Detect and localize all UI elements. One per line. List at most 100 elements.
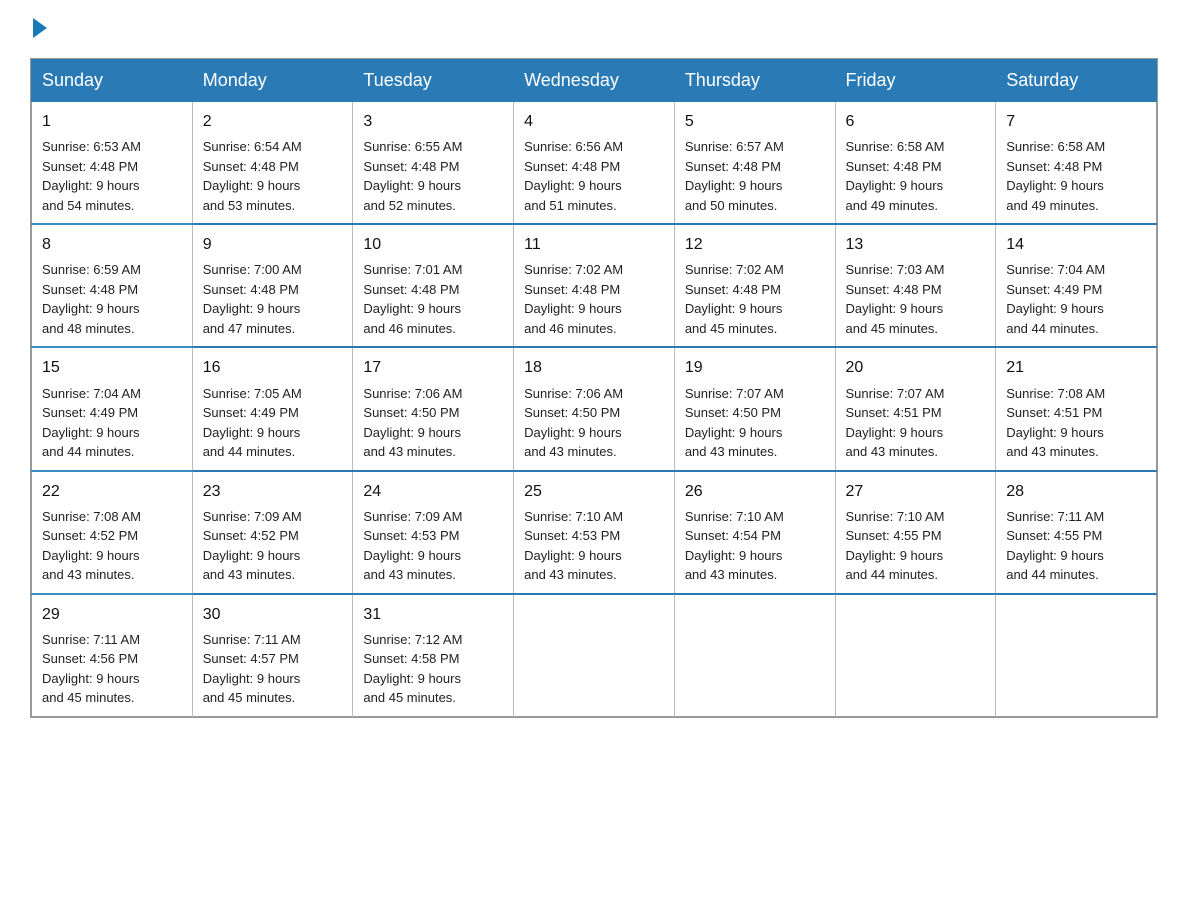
day-number: 23	[203, 480, 343, 503]
day-info: Sunrise: 7:02 AM Sunset: 4:48 PM Dayligh…	[685, 260, 825, 338]
calendar-week-row: 22 Sunrise: 7:08 AM Sunset: 4:52 PM Dayl…	[32, 471, 1157, 594]
calendar-header-row: SundayMondayTuesdayWednesdayThursdayFrid…	[32, 60, 1157, 102]
day-number: 19	[685, 356, 825, 379]
day-number: 17	[363, 356, 503, 379]
day-info: Sunrise: 7:12 AM Sunset: 4:58 PM Dayligh…	[363, 630, 503, 708]
day-number: 3	[363, 110, 503, 133]
calendar-cell: 8 Sunrise: 6:59 AM Sunset: 4:48 PM Dayli…	[32, 224, 193, 347]
day-number: 20	[846, 356, 986, 379]
day-number: 21	[1006, 356, 1146, 379]
day-header-wednesday: Wednesday	[514, 60, 675, 102]
calendar-cell: 10 Sunrise: 7:01 AM Sunset: 4:48 PM Dayl…	[353, 224, 514, 347]
logo	[30, 20, 47, 38]
day-number: 24	[363, 480, 503, 503]
calendar-week-row: 29 Sunrise: 7:11 AM Sunset: 4:56 PM Dayl…	[32, 594, 1157, 717]
day-number: 10	[363, 233, 503, 256]
day-info: Sunrise: 7:10 AM Sunset: 4:54 PM Dayligh…	[685, 507, 825, 585]
day-info: Sunrise: 7:05 AM Sunset: 4:49 PM Dayligh…	[203, 384, 343, 462]
day-number: 31	[363, 603, 503, 626]
day-info: Sunrise: 6:59 AM Sunset: 4:48 PM Dayligh…	[42, 260, 182, 338]
calendar-cell: 26 Sunrise: 7:10 AM Sunset: 4:54 PM Dayl…	[674, 471, 835, 594]
day-number: 27	[846, 480, 986, 503]
day-header-tuesday: Tuesday	[353, 60, 514, 102]
calendar-cell: 13 Sunrise: 7:03 AM Sunset: 4:48 PM Dayl…	[835, 224, 996, 347]
day-info: Sunrise: 6:54 AM Sunset: 4:48 PM Dayligh…	[203, 137, 343, 215]
calendar-cell: 2 Sunrise: 6:54 AM Sunset: 4:48 PM Dayli…	[192, 102, 353, 225]
calendar-cell: 28 Sunrise: 7:11 AM Sunset: 4:55 PM Dayl…	[996, 471, 1157, 594]
calendar-cell: 12 Sunrise: 7:02 AM Sunset: 4:48 PM Dayl…	[674, 224, 835, 347]
day-info: Sunrise: 7:08 AM Sunset: 4:52 PM Dayligh…	[42, 507, 182, 585]
calendar-week-row: 15 Sunrise: 7:04 AM Sunset: 4:49 PM Dayl…	[32, 347, 1157, 470]
page-header	[30, 20, 1158, 38]
calendar-cell: 4 Sunrise: 6:56 AM Sunset: 4:48 PM Dayli…	[514, 102, 675, 225]
logo-arrow-icon	[33, 18, 47, 38]
day-info: Sunrise: 7:03 AM Sunset: 4:48 PM Dayligh…	[846, 260, 986, 338]
day-header-friday: Friday	[835, 60, 996, 102]
day-info: Sunrise: 6:58 AM Sunset: 4:48 PM Dayligh…	[846, 137, 986, 215]
day-info: Sunrise: 7:07 AM Sunset: 4:50 PM Dayligh…	[685, 384, 825, 462]
day-number: 9	[203, 233, 343, 256]
calendar-cell: 23 Sunrise: 7:09 AM Sunset: 4:52 PM Dayl…	[192, 471, 353, 594]
calendar-cell: 29 Sunrise: 7:11 AM Sunset: 4:56 PM Dayl…	[32, 594, 193, 717]
calendar-table: SundayMondayTuesdayWednesdayThursdayFrid…	[31, 59, 1157, 717]
day-header-monday: Monday	[192, 60, 353, 102]
day-info: Sunrise: 7:09 AM Sunset: 4:53 PM Dayligh…	[363, 507, 503, 585]
day-number: 4	[524, 110, 664, 133]
day-number: 11	[524, 233, 664, 256]
day-info: Sunrise: 7:01 AM Sunset: 4:48 PM Dayligh…	[363, 260, 503, 338]
day-info: Sunrise: 7:07 AM Sunset: 4:51 PM Dayligh…	[846, 384, 986, 462]
calendar-cell: 3 Sunrise: 6:55 AM Sunset: 4:48 PM Dayli…	[353, 102, 514, 225]
calendar-cell: 30 Sunrise: 7:11 AM Sunset: 4:57 PM Dayl…	[192, 594, 353, 717]
calendar-cell: 16 Sunrise: 7:05 AM Sunset: 4:49 PM Dayl…	[192, 347, 353, 470]
day-number: 15	[42, 356, 182, 379]
calendar-cell: 20 Sunrise: 7:07 AM Sunset: 4:51 PM Dayl…	[835, 347, 996, 470]
day-info: Sunrise: 6:58 AM Sunset: 4:48 PM Dayligh…	[1006, 137, 1146, 215]
calendar-cell: 11 Sunrise: 7:02 AM Sunset: 4:48 PM Dayl…	[514, 224, 675, 347]
day-info: Sunrise: 7:04 AM Sunset: 4:49 PM Dayligh…	[1006, 260, 1146, 338]
day-info: Sunrise: 7:08 AM Sunset: 4:51 PM Dayligh…	[1006, 384, 1146, 462]
day-info: Sunrise: 6:56 AM Sunset: 4:48 PM Dayligh…	[524, 137, 664, 215]
day-header-saturday: Saturday	[996, 60, 1157, 102]
calendar-cell: 24 Sunrise: 7:09 AM Sunset: 4:53 PM Dayl…	[353, 471, 514, 594]
day-number: 6	[846, 110, 986, 133]
calendar-cell: 22 Sunrise: 7:08 AM Sunset: 4:52 PM Dayl…	[32, 471, 193, 594]
calendar-cell: 18 Sunrise: 7:06 AM Sunset: 4:50 PM Dayl…	[514, 347, 675, 470]
calendar-cell: 14 Sunrise: 7:04 AM Sunset: 4:49 PM Dayl…	[996, 224, 1157, 347]
calendar-cell: 21 Sunrise: 7:08 AM Sunset: 4:51 PM Dayl…	[996, 347, 1157, 470]
day-number: 7	[1006, 110, 1146, 133]
calendar-cell: 19 Sunrise: 7:07 AM Sunset: 4:50 PM Dayl…	[674, 347, 835, 470]
calendar-cell: 7 Sunrise: 6:58 AM Sunset: 4:48 PM Dayli…	[996, 102, 1157, 225]
day-number: 25	[524, 480, 664, 503]
day-number: 22	[42, 480, 182, 503]
calendar-cell: 5 Sunrise: 6:57 AM Sunset: 4:48 PM Dayli…	[674, 102, 835, 225]
day-info: Sunrise: 6:57 AM Sunset: 4:48 PM Dayligh…	[685, 137, 825, 215]
day-info: Sunrise: 7:06 AM Sunset: 4:50 PM Dayligh…	[524, 384, 664, 462]
day-number: 16	[203, 356, 343, 379]
day-info: Sunrise: 7:11 AM Sunset: 4:57 PM Dayligh…	[203, 630, 343, 708]
calendar-cell	[674, 594, 835, 717]
calendar-cell	[996, 594, 1157, 717]
day-info: Sunrise: 7:10 AM Sunset: 4:55 PM Dayligh…	[846, 507, 986, 585]
calendar-cell	[514, 594, 675, 717]
calendar-container: SundayMondayTuesdayWednesdayThursdayFrid…	[30, 58, 1158, 718]
day-number: 30	[203, 603, 343, 626]
calendar-cell	[835, 594, 996, 717]
day-info: Sunrise: 7:00 AM Sunset: 4:48 PM Dayligh…	[203, 260, 343, 338]
day-number: 29	[42, 603, 182, 626]
calendar-cell: 15 Sunrise: 7:04 AM Sunset: 4:49 PM Dayl…	[32, 347, 193, 470]
day-number: 14	[1006, 233, 1146, 256]
calendar-week-row: 8 Sunrise: 6:59 AM Sunset: 4:48 PM Dayli…	[32, 224, 1157, 347]
calendar-cell: 31 Sunrise: 7:12 AM Sunset: 4:58 PM Dayl…	[353, 594, 514, 717]
day-number: 2	[203, 110, 343, 133]
calendar-cell: 9 Sunrise: 7:00 AM Sunset: 4:48 PM Dayli…	[192, 224, 353, 347]
day-number: 12	[685, 233, 825, 256]
calendar-cell: 1 Sunrise: 6:53 AM Sunset: 4:48 PM Dayli…	[32, 102, 193, 225]
day-info: Sunrise: 7:11 AM Sunset: 4:55 PM Dayligh…	[1006, 507, 1146, 585]
calendar-cell: 17 Sunrise: 7:06 AM Sunset: 4:50 PM Dayl…	[353, 347, 514, 470]
day-number: 1	[42, 110, 182, 133]
day-info: Sunrise: 7:09 AM Sunset: 4:52 PM Dayligh…	[203, 507, 343, 585]
day-header-thursday: Thursday	[674, 60, 835, 102]
day-info: Sunrise: 6:53 AM Sunset: 4:48 PM Dayligh…	[42, 137, 182, 215]
day-header-sunday: Sunday	[32, 60, 193, 102]
day-info: Sunrise: 7:02 AM Sunset: 4:48 PM Dayligh…	[524, 260, 664, 338]
